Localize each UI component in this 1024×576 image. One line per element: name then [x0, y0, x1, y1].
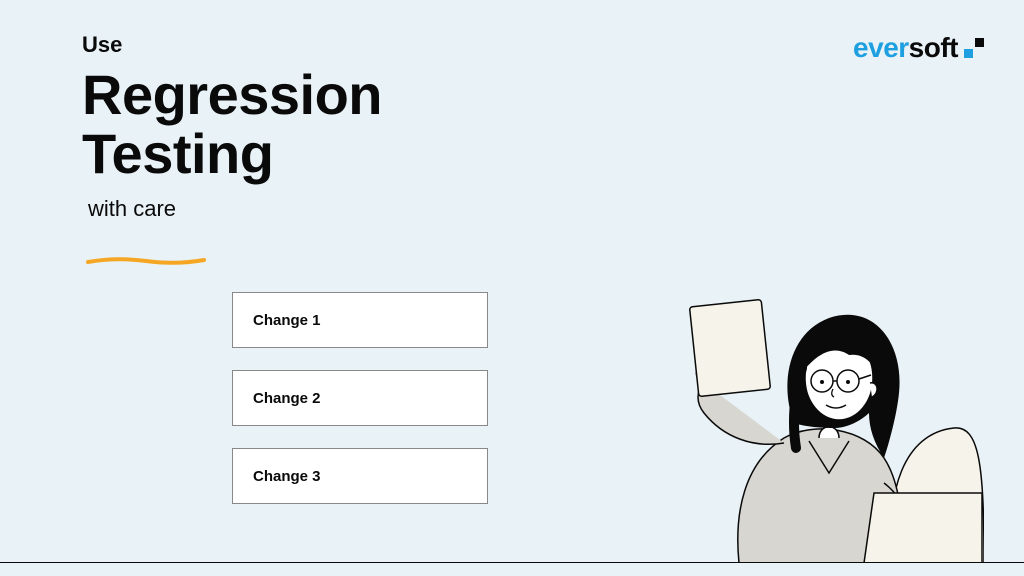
change-label: Change 1 — [253, 312, 321, 329]
main-title-line2: Testing — [82, 125, 382, 184]
baseline-rule — [0, 562, 1024, 563]
changes-list: Change 1 Change 2 Change 3 — [232, 292, 488, 504]
underline-accent-icon — [86, 256, 206, 266]
change-label: Change 3 — [253, 468, 321, 485]
main-title-line1: Regression — [82, 66, 382, 125]
heading-block: Use Regression Testing with care — [82, 32, 382, 222]
logo-mark-icon — [964, 38, 984, 58]
person-with-laptop-illustration — [584, 263, 984, 563]
change-box: Change 1 — [232, 292, 488, 348]
change-box: Change 2 — [232, 370, 488, 426]
change-box: Change 3 — [232, 448, 488, 504]
post-title: with care — [88, 196, 382, 222]
logo-part2: soft — [909, 32, 958, 63]
logo-text: eversoft — [853, 32, 958, 64]
logo-part1: ever — [853, 32, 909, 63]
brand-logo: eversoft — [853, 32, 984, 64]
change-label: Change 2 — [253, 390, 321, 407]
pre-title: Use — [82, 32, 382, 58]
